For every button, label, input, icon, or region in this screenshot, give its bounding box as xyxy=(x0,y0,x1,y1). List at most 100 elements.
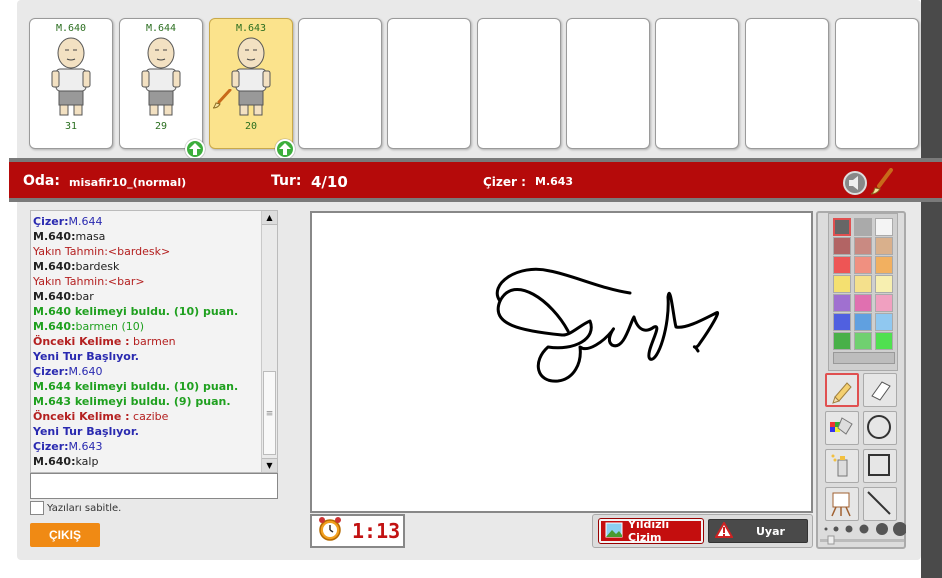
player-score: 31 xyxy=(64,121,78,132)
color-swatch[interactable] xyxy=(833,256,851,274)
empty-player-slot xyxy=(655,18,739,149)
warning-icon xyxy=(714,520,734,541)
color-swatch[interactable] xyxy=(875,275,893,293)
avatar xyxy=(230,37,272,121)
empty-player-slot xyxy=(387,18,471,149)
paint-bucket-icon xyxy=(830,417,853,435)
pin-label: Yazıları sabitle. xyxy=(47,502,122,514)
color-swatch[interactable] xyxy=(875,218,893,236)
color-swatch[interactable] xyxy=(854,256,872,274)
color-swatch[interactable] xyxy=(854,237,872,255)
window-edge xyxy=(921,0,942,578)
color-swatch[interactable] xyxy=(833,294,851,312)
timer-box: 1:13 xyxy=(310,514,405,548)
eraser-tool[interactable] xyxy=(863,373,897,407)
color-swatch[interactable] xyxy=(875,313,893,331)
spray-tool[interactable] xyxy=(825,449,859,483)
drawing-strokes xyxy=(495,267,719,383)
chat-message: M.644 kelimeyi buldu. (10) puan. xyxy=(33,380,239,393)
rectangle-icon xyxy=(868,454,890,476)
alarm-clock-icon xyxy=(318,516,342,546)
pin-messages-option[interactable]: Yazıları sabitle. xyxy=(30,501,121,515)
player-name: M.644 xyxy=(145,23,177,34)
scroll-down-icon[interactable]: ▼ xyxy=(262,458,277,472)
color-swatch[interactable] xyxy=(875,332,893,350)
color-swatch[interactable] xyxy=(833,218,851,236)
chat-message: Önceki Kelime : cazibe xyxy=(33,410,169,423)
circle-tool[interactable] xyxy=(863,411,897,445)
round-value: 4/10 xyxy=(311,173,348,191)
color-swatch[interactable] xyxy=(833,275,851,293)
empty-player-slot xyxy=(477,18,561,149)
player-score: 20 xyxy=(244,121,258,132)
round-label: Tur: xyxy=(271,173,302,189)
color-swatch[interactable] xyxy=(833,332,851,350)
player-slot: M.643 20 xyxy=(209,18,293,149)
drawer-label: Çizer : xyxy=(483,175,526,189)
chat-message: Önceki Kelime : barmen xyxy=(33,335,176,348)
line-tool[interactable] xyxy=(863,487,897,521)
starred-drawing-button[interactable]: Yıldızlı Çizim xyxy=(598,518,704,544)
timer-value: 1:13 xyxy=(352,519,401,543)
fill-tool[interactable] xyxy=(825,411,859,445)
color-swatch[interactable] xyxy=(854,218,872,236)
rectangle-tool[interactable] xyxy=(863,449,897,483)
chat-message: M.640:bardesk xyxy=(33,260,120,273)
empty-player-slot xyxy=(298,18,382,149)
circle-icon xyxy=(867,415,891,439)
current-color-bar xyxy=(833,352,895,364)
color-swatch[interactable] xyxy=(854,294,872,312)
thumbs-up-icon[interactable] xyxy=(185,139,205,159)
brush-size-selector[interactable] xyxy=(820,521,907,545)
player-score: 29 xyxy=(154,121,168,132)
speaker-icon[interactable] xyxy=(842,171,868,199)
color-swatch[interactable] xyxy=(854,332,872,350)
scroll-thumb[interactable]: ≡ xyxy=(263,371,276,455)
chat-message: M.640 kelimeyi buldu. (10) puan. xyxy=(33,305,239,318)
room-label: Oda: xyxy=(23,173,60,189)
line-icon xyxy=(867,491,891,515)
color-swatch[interactable] xyxy=(854,313,872,331)
brush-icon xyxy=(869,168,895,200)
color-palette xyxy=(828,213,898,371)
empty-player-slot xyxy=(566,18,650,149)
thumbs-up-icon[interactable] xyxy=(275,139,295,159)
chat-message: Yeni Tur Başlıyor. xyxy=(33,425,139,438)
empty-player-slot xyxy=(745,18,829,149)
chat-message: M.640:barmen (10) xyxy=(33,320,145,333)
color-swatch[interactable] xyxy=(875,294,893,312)
player-slot: M.640 31 xyxy=(29,18,113,149)
chat-message: M.640:masa xyxy=(33,230,106,243)
chat-log[interactable]: Çizer:M.644 M.640:masa Yakın Tahmin:<barde… xyxy=(30,210,278,473)
easel-tool[interactable] xyxy=(825,487,859,521)
color-swatch[interactable] xyxy=(833,237,851,255)
exit-button[interactable]: ÇIKIŞ xyxy=(30,523,100,547)
color-swatch[interactable] xyxy=(875,237,893,255)
player-name: M.640 xyxy=(55,23,87,34)
drawer-value: M.643 xyxy=(535,175,574,188)
action-buttons: Yıldızlı Çizim Uyar xyxy=(592,514,813,548)
empty-player-slot xyxy=(835,18,919,149)
chat-message: Çizer:M.640 xyxy=(33,365,103,378)
color-swatch[interactable] xyxy=(875,256,893,274)
chat-message: M.643 kelimeyi buldu. (9) puan. xyxy=(33,395,231,408)
chat-input[interactable] xyxy=(30,473,278,499)
chat-message: Çizer:M.644 xyxy=(33,215,103,228)
drawing-canvas[interactable] xyxy=(310,211,813,513)
status-bar: Oda: misafir10_(normal) Tur: 4/10 Çizer … xyxy=(9,158,942,202)
pin-checkbox[interactable] xyxy=(30,501,44,515)
pencil-tool[interactable] xyxy=(825,373,859,407)
spray-can-icon xyxy=(831,454,848,477)
chat-message: M.640:bar xyxy=(33,290,94,303)
eraser-icon xyxy=(871,381,891,401)
chat-message: M.640:kalp xyxy=(33,455,99,468)
color-swatch[interactable] xyxy=(833,313,851,331)
scroll-up-icon[interactable]: ▲ xyxy=(262,211,277,225)
avatar xyxy=(140,37,182,121)
tool-panel xyxy=(816,211,907,549)
chat-scrollbar[interactable]: ▲ ≡ ▼ xyxy=(261,211,277,472)
color-swatch[interactable] xyxy=(854,275,872,293)
picture-icon xyxy=(605,522,623,541)
chat-message: Çizer:M.643 xyxy=(33,440,103,453)
warn-button[interactable]: Uyar xyxy=(708,519,808,543)
